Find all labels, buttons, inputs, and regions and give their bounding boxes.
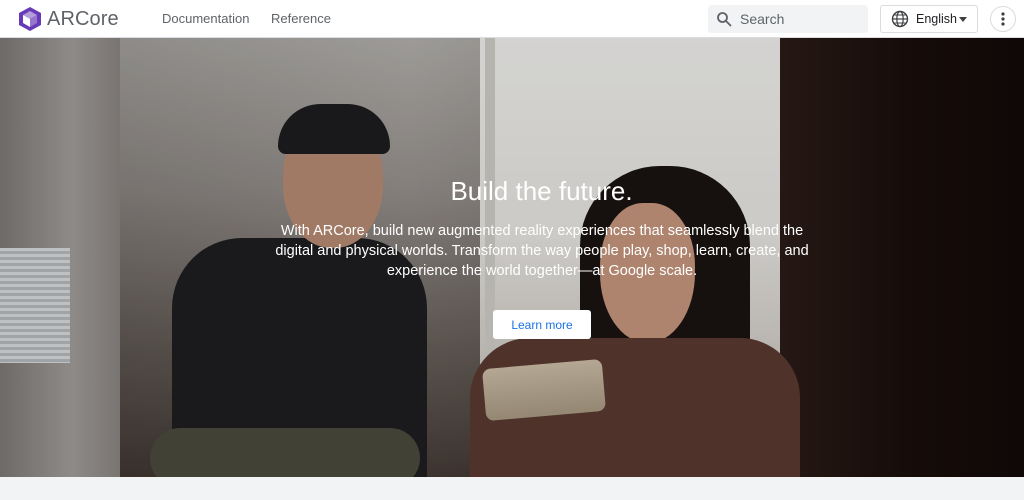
arcore-logo[interactable]: ARCore — [19, 7, 119, 31]
learn-more-button[interactable]: Learn more — [493, 310, 591, 339]
dropdown-caret-icon — [959, 17, 967, 22]
more-vert-icon — [1001, 12, 1005, 26]
globe-icon — [891, 10, 909, 28]
more-options-button[interactable] — [990, 6, 1016, 32]
arcore-logo-icon — [19, 7, 41, 31]
hero-banner: Build the future. With ARCore, build new… — [0, 38, 1024, 477]
search-box[interactable] — [708, 5, 868, 33]
language-label: English — [916, 12, 957, 26]
search-icon — [717, 12, 732, 27]
search-input[interactable] — [740, 11, 860, 27]
nav-documentation[interactable]: Documentation — [162, 11, 249, 26]
top-header: ARCore Documentation Reference English — [0, 0, 1024, 38]
nav-reference[interactable]: Reference — [271, 11, 331, 26]
hero-title: Build the future. — [450, 176, 633, 206]
hero-description: With ARCore, build new augmented reality… — [275, 223, 809, 279]
page-bottom-band — [0, 477, 1024, 500]
brand-name: ARCore — [47, 7, 119, 30]
language-selector[interactable]: English — [880, 5, 978, 33]
